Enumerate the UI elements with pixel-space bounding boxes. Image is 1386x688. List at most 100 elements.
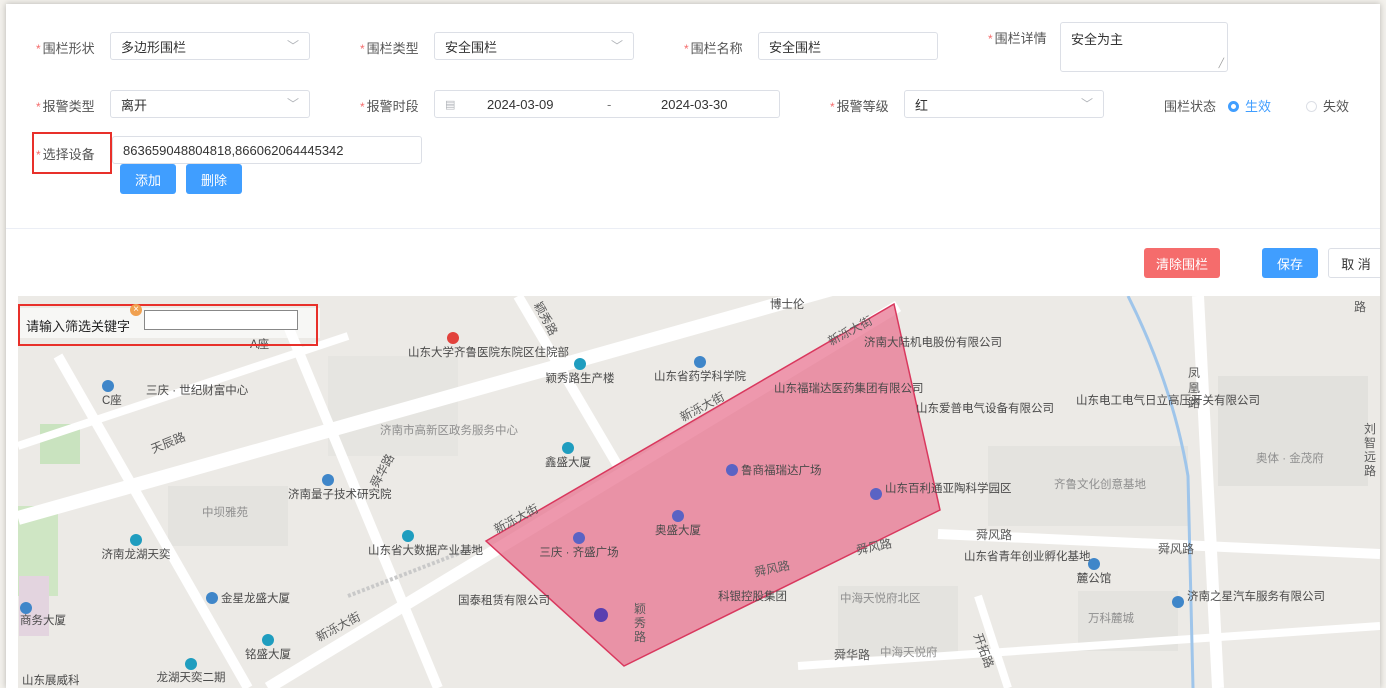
name-input[interactable]: 安全围栏 [758,32,938,60]
building-icon [726,464,738,476]
map-label-yingxiu-building: 颖秀路生产楼 [542,358,618,386]
building-icon [102,380,114,392]
road-label-liuzhiyuan: 刘智远路 [1364,422,1377,478]
map-label-aipu: 山东爱普电气设备有限公司 [916,403,1054,415]
detail-label: * 围栏详情 [988,31,1047,46]
name-label: * 围栏名称 [684,41,743,56]
map-label-bigdata: 山东省大数据产业基地 [368,530,483,558]
road-label-yingxiu-south: 颖秀路 [634,602,647,644]
building-icon [20,602,32,614]
map-label-longhu2: 龙湖天奕二期 [150,658,232,685]
close-icon[interactable]: × [130,304,142,316]
school-icon [694,356,706,368]
alarm-type-select[interactable]: 离开 ﹀ [110,90,310,118]
road-label-top: 路 [1354,300,1367,314]
road-label-shunfeng-4: 舜风路 [1158,542,1195,556]
map-label-quantum: 济南量子技术研究院 [288,474,392,502]
map-label-sanqing-qisheng: 三庆 · 齐盛广场 [538,532,620,560]
map-label-aoti: 奥体 · 金茂府 [1256,453,1324,465]
map-label-electric: 山东电工电气日立高压开关有限公司 [1076,395,1260,407]
type-select[interactable]: 安全围栏 ﹀ [434,32,634,60]
status-label: 围栏状态 [1164,99,1217,114]
building-icon [870,488,882,500]
map-label-xinsheng: 鑫盛大厦 [540,442,596,470]
alarm-level-label: * 报警等级 [830,99,889,114]
map-label-jinan-dalu: 济南大陆机电股份有限公司 [864,337,1002,349]
map-label-exhibition: 山东展威科 [22,675,80,687]
road-label-shunhua-east: 舜华路 [834,648,871,662]
cancel-button[interactable]: 取 消 [1328,248,1380,278]
map-label-boshi: 博士伦 [770,299,805,311]
hospital-icon [447,332,459,344]
map-label-zhonghai-north: 中海天悦府北区 [840,593,921,605]
type-label: * 围栏类型 [360,41,419,56]
map-label-zhonghai: 中海天悦府 [880,647,938,659]
calendar-icon: ▤ [445,98,456,111]
save-button[interactable]: 保存 [1262,248,1318,278]
map-label-baili: 山东百利通亚陶科学园区 [870,482,1012,500]
building-icon [130,534,142,546]
map-label-sanqing-world: 三庆 · 世纪财富中心 [146,385,249,397]
date-end[interactable]: 2024-03-30 [661,97,728,112]
map-label-academy: 山东省药学科学院 [650,356,750,384]
map-canvas[interactable]: 山东大学齐鲁医院东院区住院部 A座 C座 三庆 · 世纪财富中心 天辰路 济南市… [18,296,1380,688]
delete-device-button[interactable]: 删除 [186,164,242,194]
map-label-hospital: 山东大学齐鲁医院东院区住院部 [408,332,569,360]
chevron-down-icon: ﹀ [286,39,299,53]
location-marker-icon[interactable] [594,608,608,622]
shape-select[interactable]: 多边形围栏 ﹀ [110,32,310,60]
map-base [18,296,1380,688]
map-label-lushang: 鲁商福瑞达广场 [726,464,822,478]
chevron-down-icon: ﹀ [286,97,299,111]
map-label-jinxing: 金星龙盛大厦 [206,592,290,606]
map-search-highlight [18,304,318,346]
map-label-qilu-culture: 齐鲁文化创意基地 [1054,479,1146,491]
road-fenghuang [1192,296,1224,688]
device-input[interactable]: 863659048804818,866062064445342 [112,136,422,164]
road-label-shunfeng-3: 舜风路 [976,528,1013,542]
radio-unchecked-icon [1306,101,1317,112]
research-icon [322,474,334,486]
car-icon [1172,596,1184,608]
map-label-guotai: 国泰租赁有限公司 [458,595,550,607]
block-area [1218,376,1368,486]
map-label-wanke: 万科麓城 [1088,613,1134,625]
alarm-type-label: * 报警类型 [36,99,95,114]
date-range-picker[interactable]: ▤ 2024-03-09 - 2024-03-30 [434,90,780,118]
building-icon [206,592,218,604]
divider [6,228,1380,229]
map-label-kejin: 科银控股集团 [718,591,787,603]
building-icon [402,530,414,542]
clear-fence-button[interactable]: 清除围栏 [1144,248,1220,278]
building-icon [574,358,586,370]
chevron-down-icon: ﹀ [610,39,623,53]
detail-textarea[interactable]: 安全为主 ╱ [1060,22,1228,72]
building-icon [262,634,274,646]
map-label-longhu: 济南龙湖天奕 [98,534,174,562]
map-label-jinan-star: 济南之星汽车服务有限公司 [1172,590,1325,608]
map-label-mingsheng: 铭盛大厦 [238,634,298,662]
chevron-down-icon: ﹀ [1080,97,1093,111]
map-label-youth: 山东省青年创业孵化基地 [964,551,1091,563]
date-start[interactable]: 2024-03-09 [487,97,554,112]
building-icon [185,658,197,670]
map-label-zhongkun: 中坝雅苑 [202,507,248,519]
shape-label: * 围栏形状 [36,41,95,56]
map-label-fuleida: 山东福瑞达医药集团有限公司 [774,383,924,395]
radio-checked-icon [1228,101,1239,112]
status-radio-active[interactable]: 生效 [1228,96,1271,115]
device-label-highlight [32,132,112,174]
status-radio-inactive[interactable]: 失效 [1306,96,1349,115]
alarm-period-label: * 报警时段 [360,99,419,114]
building-icon [672,510,684,522]
map-label-aosheng: 奥盛大厦 [648,510,708,538]
alarm-level-select[interactable]: 红 ﹀ [904,90,1104,118]
building-icon [1088,558,1100,570]
resize-handle-icon[interactable]: ╱ [1219,58,1224,69]
map-label-c: C座 [102,380,122,408]
add-device-button[interactable]: 添加 [120,164,176,194]
date-separator: - [607,97,612,112]
building-icon [562,442,574,454]
map-label-business: 商务大厦 [20,602,66,628]
road-label-fenghuang: 凤凰路 [1188,366,1201,410]
